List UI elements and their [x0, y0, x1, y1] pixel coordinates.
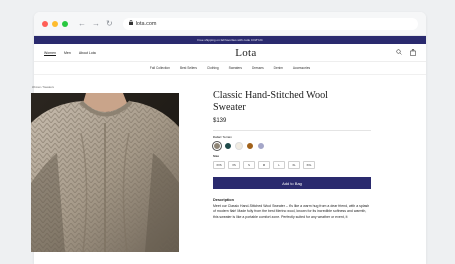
size-xxl[interactable]: XXL — [303, 161, 315, 169]
swatch-cream[interactable] — [235, 142, 243, 150]
category-best-sellers[interactable]: Best Sellers — [180, 66, 197, 70]
back-arrow-icon[interactable]: ← — [78, 19, 86, 28]
primary-nav: Women Men About Lota — [44, 51, 96, 55]
color-label: Color: — [213, 135, 222, 139]
maximize-window-dot[interactable] — [62, 20, 68, 27]
category-sweaters[interactable]: Sweaters — [229, 66, 242, 70]
size-xl[interactable]: XL — [288, 161, 300, 169]
browser-toolbar: ← → ↻ lota.com — [34, 12, 426, 36]
search-icon[interactable] — [396, 48, 402, 57]
swatch-teal[interactable] — [224, 142, 232, 150]
category-fall-collection[interactable]: Fall Collection — [150, 66, 170, 70]
swatch-amber[interactable] — [246, 142, 254, 150]
promo-banner: Free shipping on fall favorites with cod… — [34, 36, 426, 44]
category-denim[interactable]: Denim — [274, 66, 283, 70]
swatch-terrain[interactable] — [211, 140, 223, 152]
color-value: Terrain — [222, 135, 232, 139]
category-accessories[interactable]: Accessories — [293, 66, 310, 70]
nav-women[interactable]: Women — [44, 51, 56, 55]
size-options: XXS XS S M L XL XXL — [213, 161, 371, 169]
bag-icon[interactable]: 0 — [410, 48, 416, 56]
minimize-window-dot[interactable] — [52, 20, 58, 27]
breadcrumb[interactable]: Women / Sweaters — [32, 86, 54, 89]
color-swatches — [211, 140, 371, 152]
promo-text: Free shipping on fall favorites with cod… — [197, 38, 263, 42]
close-window-dot[interactable] — [42, 20, 48, 27]
product-title: Classic Hand-Stitched Wool Sweater — [213, 90, 329, 113]
address-bar[interactable]: lota.com — [122, 17, 418, 30]
url-text: lota.com — [135, 20, 157, 27]
forward-arrow-icon[interactable]: → — [92, 19, 100, 28]
reload-icon[interactable]: ↻ — [106, 19, 113, 28]
size-xs[interactable]: XS — [228, 161, 240, 169]
lock-icon — [128, 19, 133, 27]
size-l[interactable]: L — [273, 161, 285, 169]
size-m[interactable]: M — [258, 161, 270, 169]
header-actions: 0 — [396, 48, 416, 57]
add-to-bag-button[interactable]: Add to Bag — [213, 177, 371, 189]
category-dresses[interactable]: Dresses — [252, 66, 264, 70]
category-clothing[interactable]: Clothing — [207, 66, 219, 70]
nav-men[interactable]: Men — [64, 51, 71, 55]
nav-about[interactable]: About Lota — [79, 51, 96, 55]
description-heading: Description — [213, 198, 234, 202]
category-nav: Fall Collection Best Sellers Clothing Sw… — [34, 62, 426, 75]
size-s[interactable]: S — [243, 161, 255, 169]
site-header: Women Men About Lota Lota 0 — [34, 44, 426, 62]
site-logo[interactable]: Lota — [235, 47, 256, 59]
color-label-row: Color: Terrain — [213, 135, 371, 139]
bag-count: 0 — [411, 49, 414, 52]
product-info: Classic Hand-Stitched Wool Sweater $139 … — [211, 90, 371, 220]
product-image — [31, 93, 179, 252]
description-text: Meet our Classic Hand-Stitched Wool Swea… — [213, 204, 370, 219]
size-label: Size — [213, 154, 220, 158]
swatch-lavender[interactable] — [257, 142, 265, 150]
divider — [213, 130, 371, 131]
size-xxs[interactable]: XXS — [213, 161, 225, 169]
product-price: $139 — [213, 118, 227, 124]
